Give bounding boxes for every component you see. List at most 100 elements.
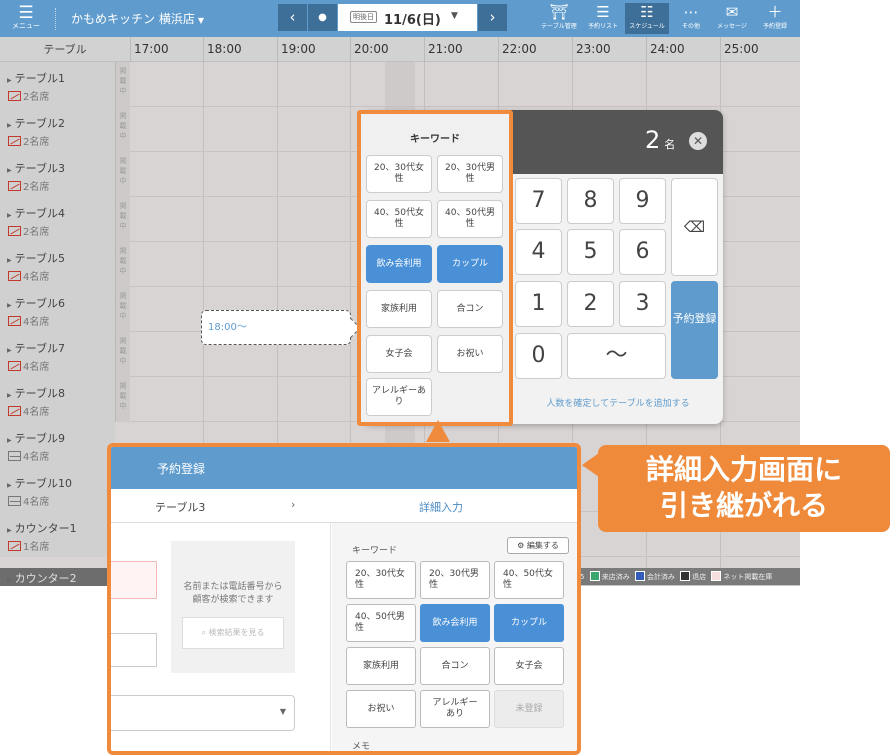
callout-line: 詳細入力画面に <box>645 453 842 486</box>
detail-keyword-button[interactable]: 女子会 <box>494 647 564 685</box>
table-label[interactable]: ▶ テーブル10 4名席 <box>0 467 115 512</box>
detail-keyword-section: キーワード ⚙ 編集する 20、30代女性 20、30代男性 40、50代女性 … <box>332 523 577 751</box>
key-1[interactable]: 1 <box>515 281 562 327</box>
keyword-button[interactable]: 合コン <box>437 290 503 328</box>
legend-swatch <box>589 571 600 581</box>
table-label[interactable]: ▶ テーブル5 4名席 <box>0 242 115 287</box>
edit-keywords-button[interactable]: ⚙ 編集する <box>507 537 569 554</box>
tool-table-management[interactable]: ⛩ テーブル管理 <box>537 3 581 34</box>
customer-section: ▼ 名前または電話番号から 顧客が検索できます ⌕ 検索結果を見る <box>111 523 331 751</box>
caret-down-icon: ▼ <box>279 707 286 716</box>
store-selector[interactable]: かもめキッチン 横浜店 ▼ <box>71 10 204 27</box>
keyword-button[interactable]: 女子会 <box>366 335 432 373</box>
detail-keyword-button[interactable]: 飲み会利用 <box>420 604 490 642</box>
keyword-button[interactable]: 40、50代男性 <box>437 200 503 238</box>
detail-keyword-button[interactable]: カップル <box>494 604 564 642</box>
tool-label: 予約登録 <box>762 23 787 30</box>
tool-message[interactable]: ✉ メッセージ <box>711 3 753 34</box>
detail-keyword-button[interactable]: お祝い <box>346 690 416 728</box>
key-0[interactable]: 0 <box>515 333 562 379</box>
keyword-button[interactable]: 20、30代女性 <box>366 155 432 193</box>
key-9[interactable]: 9 <box>619 178 666 224</box>
keyword-button[interactable]: アレルギーあり <box>366 378 432 416</box>
table-name: テーブル5 <box>14 252 65 265</box>
listing-tag: 掲載中 <box>115 287 130 332</box>
table-name: テーブル7 <box>14 342 65 355</box>
envelope-icon: ✉ <box>725 3 739 21</box>
tool-label: スケジュール <box>629 23 665 30</box>
tool-schedule[interactable]: ☷ スケジュール <box>625 3 669 34</box>
table-label[interactable]: ▶ テーブル6 4名席 <box>0 287 115 332</box>
date-badge: 明後日 <box>350 11 377 23</box>
callout-banner: 詳細入力画面に 引き継がれる <box>598 445 890 532</box>
date-text: 11/6(日) <box>384 13 441 28</box>
menu-button[interactable]: ☰ メニュー <box>8 4 44 34</box>
detail-header: 予約登録 <box>111 447 577 489</box>
course-select[interactable]: ▼ <box>111 695 295 731</box>
hour-label: 25:00 <box>720 37 800 62</box>
key-tilde[interactable]: 〜 <box>567 333 666 379</box>
keyword-button[interactable]: 家族利用 <box>366 290 432 328</box>
table-label[interactable]: ▶ テーブル2 2名席 <box>0 107 115 152</box>
prev-day-button[interactable]: ‹ <box>278 4 307 31</box>
guest-count-display: 2名 <box>645 126 675 154</box>
register-button[interactable]: 予約登録 <box>671 281 718 379</box>
key-6[interactable]: 6 <box>619 229 666 275</box>
today-button[interactable]: ● <box>308 4 337 31</box>
detail-keyword-button[interactable]: 20、30代男性 <box>420 561 490 599</box>
table-label[interactable]: ▶ カウンター1 1名席 <box>0 512 115 557</box>
add-table-link[interactable]: 人数を確定してテーブルを追加する <box>513 396 723 409</box>
key-7[interactable]: 7 <box>515 178 562 224</box>
table-name: テーブル1 <box>14 72 65 85</box>
table-label[interactable]: ▶ テーブル4 2名席 <box>0 197 115 242</box>
keyword-button[interactable]: 飲み会利用 <box>366 245 432 283</box>
backspace-icon: ⌫ <box>683 218 706 236</box>
phone-input[interactable] <box>111 633 157 667</box>
table-label[interactable]: ▶ テーブル7 4名席 <box>0 332 115 377</box>
table-label[interactable]: ▶ テーブル9 4名席 <box>0 422 115 467</box>
no-smoking-icon <box>8 541 21 551</box>
backspace-button[interactable]: ⌫ <box>671 178 718 276</box>
keyword-button[interactable]: お祝い <box>437 335 503 373</box>
table-column-header: テーブル <box>43 43 87 56</box>
timeline-header: テーブル 17:00 18:00 19:00 20:00 21:00 22:00… <box>0 37 800 62</box>
triangle-right-icon: ▶ <box>7 212 12 219</box>
detail-keyword-button[interactable]: 合コン <box>420 647 490 685</box>
keyword-button[interactable]: 40、50代女性 <box>366 200 432 238</box>
keyword-button[interactable]: 20、30代男性 <box>437 155 503 193</box>
table-label[interactable]: ▶ テーブル3 2名席 <box>0 152 115 197</box>
keyword-button[interactable]: カップル <box>437 245 503 283</box>
table-label[interactable]: ▶ カウンター2 <box>0 568 115 586</box>
tool-new-reservation[interactable]: ＋ 予約登録 <box>757 3 793 34</box>
no-smoking-icon <box>8 316 21 326</box>
detail-keyword-button: 未登録 <box>494 690 564 728</box>
key-5[interactable]: 5 <box>567 229 614 275</box>
table-label[interactable]: ▶ テーブル8 4名席 <box>0 377 115 422</box>
detail-keyword-button[interactable]: 40、50代男性 <box>346 604 416 642</box>
table-row[interactable]: ▶ テーブル1 2名席 掲載中 <box>0 62 800 107</box>
close-icon[interactable]: ✕ <box>689 132 707 150</box>
key-4[interactable]: 4 <box>515 229 562 275</box>
seat-count: 2名席 <box>23 182 50 193</box>
view-search-results-button[interactable]: ⌕ 検索結果を見る <box>182 617 284 649</box>
reservation-slot[interactable]: 18:00〜 <box>201 310 351 345</box>
tool-reservation-list[interactable]: ☰ 予約リスト <box>583 3 623 34</box>
key-2[interactable]: 2 <box>567 281 614 327</box>
table-label[interactable]: ▶ テーブル1 2名席 <box>0 62 115 107</box>
detail-keyword-button[interactable]: 20、30代女性 <box>346 561 416 599</box>
tab-detail-input[interactable]: 詳細入力 <box>419 499 463 515</box>
legend-swatch <box>711 571 722 581</box>
detail-keyword-button[interactable]: 家族利用 <box>346 647 416 685</box>
key-8[interactable]: 8 <box>567 178 614 224</box>
more-icon: ⋯ <box>683 3 699 21</box>
schedule-icon: ☷ <box>640 3 654 21</box>
next-day-button[interactable]: › <box>478 4 507 31</box>
detail-keyword-button[interactable]: 40、50代女性 <box>494 561 564 599</box>
hour-label: 21:00 <box>424 37 498 62</box>
store-name: かもめキッチン 横浜店 <box>71 12 195 26</box>
key-3[interactable]: 3 <box>619 281 666 327</box>
detail-keyword-button[interactable]: アレルギーあり <box>420 690 490 728</box>
date-selector[interactable]: 明後日 11/6(日) ▼ <box>338 4 477 31</box>
tool-more[interactable]: ⋯ その他 <box>675 3 707 34</box>
name-input[interactable] <box>111 561 157 599</box>
